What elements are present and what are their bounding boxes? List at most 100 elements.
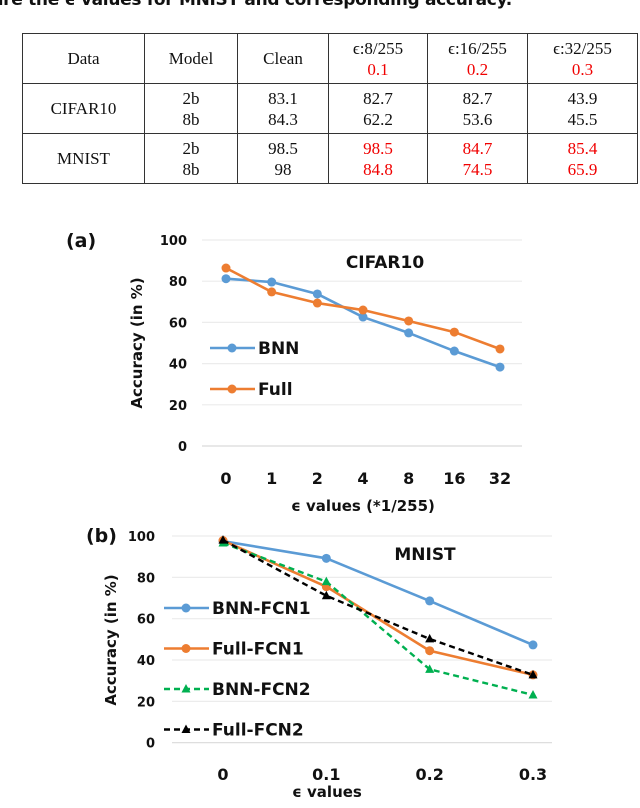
cell-eps8: 82.7 62.2: [328, 83, 428, 134]
x-tick-label: 0.2: [415, 765, 443, 784]
data-point-bnn-fcn1: [425, 596, 435, 606]
x-axis-label: ϵ values: [292, 783, 362, 801]
data-point-full: [312, 298, 322, 308]
data-point-full: [358, 305, 368, 315]
header-sub: 0.2: [466, 59, 489, 79]
cell-value: 45.5: [567, 109, 598, 129]
cell-value: 84.8: [363, 159, 393, 179]
data-point-bnn: [404, 328, 414, 338]
figure-caption: are the ϵ values for MNIST and correspon…: [0, 0, 512, 10]
x-tick-label: 0: [220, 469, 231, 488]
y-tick-label: 20: [137, 695, 155, 710]
panel-label: (b): [86, 525, 117, 547]
data-point-bnn: [312, 289, 322, 299]
header-label: ϵ:8/255: [352, 38, 404, 58]
cell-eps16: 82.7 53.6: [427, 83, 528, 134]
header-model: Model: [144, 33, 238, 84]
header-clean: Clean: [237, 33, 329, 84]
y-tick-label: 80: [137, 571, 155, 586]
results-table: Data Model Clean ϵ:8/255 0.1 ϵ:16/255 0.…: [22, 33, 638, 184]
x-tick-label: 0: [217, 765, 228, 784]
cell-value: 2b: [182, 138, 200, 158]
cell-value: 98.5: [268, 138, 298, 158]
legend-marker-full: [227, 384, 237, 394]
chart-title: CIFAR10: [346, 253, 425, 273]
y-tick-label: 60: [137, 613, 155, 628]
y-axis-label: Accuracy (in %): [128, 277, 146, 408]
legend-marker-full-fcn1: [181, 644, 191, 653]
data-point-bnn-fcn1: [321, 553, 331, 563]
y-tick-label: 100: [160, 234, 187, 249]
cell-value: 74.5: [462, 159, 493, 179]
cell-eps8: 98.5 84.8: [328, 133, 428, 184]
cell-value: 83.1: [268, 88, 298, 108]
chart-cifar10: (a) 0 20 40 60 80 100 0 1 2 4 8 16 32 ϵ values (*1/255…: [66, 230, 522, 515]
x-tick-label: 32: [489, 469, 511, 488]
cell-value: 98: [274, 159, 292, 179]
data-point-full: [221, 263, 231, 273]
legend-label-full-fcn2: Full-FCN2: [212, 721, 304, 741]
data-point-full: [267, 287, 277, 297]
cell-value: 8b: [182, 109, 200, 129]
header-label: Clean: [263, 48, 303, 68]
table-row: CIFAR10 2b 8b 83.1 84.3 82.7 62.2 82.7 53.6 …: [22, 83, 638, 134]
data-point-bnn: [221, 274, 231, 284]
data-point-bnn-fcn2: [321, 576, 331, 586]
legend-label-bnn-fcn1: BNN-FCN1: [212, 599, 311, 619]
x-axis-label: ϵ values (*1/255): [291, 497, 435, 515]
header-eps32: ϵ:32/255 0.3: [527, 33, 638, 84]
y-tick-label: 100: [128, 530, 155, 545]
legend-marker-bnn-fcn1: [181, 603, 191, 613]
cell-clean: 83.1 84.3: [237, 83, 329, 134]
data-point-bnn: [495, 362, 505, 372]
y-axis-label: Accuracy (in %): [102, 574, 120, 705]
header-sub: 0.1: [367, 59, 389, 79]
header-label: ϵ:32/255: [553, 38, 612, 58]
chart-mnist: (b) 0 20 40 60 80 100 0 0.1 0.2 0.3 ϵ values Accurac…: [86, 525, 552, 801]
y-tick-label: 0: [146, 737, 155, 752]
legend-label-bnn: BNN: [258, 339, 299, 359]
data-point-bnn-fcn1: [528, 640, 538, 650]
header-eps8: ϵ:8/255 0.1: [328, 33, 428, 84]
x-tick-label: 0.1: [312, 765, 340, 784]
cell-clean: 98.5 98: [237, 133, 329, 184]
legend-label-full: Full: [258, 380, 293, 400]
table-header-row: Data Model Clean ϵ:8/255 0.1 ϵ:16/255 0.…: [22, 33, 638, 84]
cell-value: 53.6: [462, 109, 493, 129]
data-point-full: [495, 344, 505, 354]
cell-value: 43.9: [567, 88, 598, 108]
y-tick-label: 0: [178, 440, 187, 455]
x-tick-label: 1: [266, 469, 277, 488]
header-label: Data: [67, 48, 100, 68]
data-point-bnn: [449, 346, 459, 356]
data-point-bnn-fcn2: [528, 689, 538, 699]
x-tick-label: 16: [443, 469, 465, 488]
data-point-full-fcn1: [425, 646, 435, 656]
cell-value: 82.7: [462, 88, 493, 108]
y-tick-label: 40: [169, 358, 187, 373]
header-label: ϵ:16/255: [448, 38, 507, 58]
cell-eps32: 43.9 45.5: [527, 83, 638, 134]
x-tick-label: 2: [312, 469, 323, 488]
cell-value: 65.9: [567, 159, 598, 179]
chart-title: MNIST: [394, 545, 456, 565]
cell-model: 2b 8b: [144, 133, 238, 184]
y-tick-label: 60: [169, 316, 187, 331]
cell-value: 85.4: [567, 138, 598, 158]
data-point-full: [404, 316, 414, 326]
header-eps16: ϵ:16/255 0.2: [427, 33, 528, 84]
cell-value: 82.7: [363, 88, 393, 108]
x-tick-label: 4: [357, 469, 368, 488]
cell-data: MNIST: [22, 133, 145, 184]
legend-label-bnn-fcn2: BNN-FCN2: [212, 680, 311, 700]
y-tick-label: 80: [169, 275, 187, 290]
cell-value: 2b: [182, 88, 200, 108]
data-point-full: [449, 327, 459, 337]
data-point-bnn: [267, 277, 277, 287]
cell-eps16: 84.7 74.5: [427, 133, 528, 184]
cell-eps32: 85.4 65.9: [527, 133, 638, 184]
legend-marker-bnn: [227, 343, 237, 353]
cell-data: CIFAR10: [22, 83, 145, 134]
x-tick-label: 0.3: [519, 765, 547, 784]
cell-value: 98.5: [363, 138, 393, 158]
